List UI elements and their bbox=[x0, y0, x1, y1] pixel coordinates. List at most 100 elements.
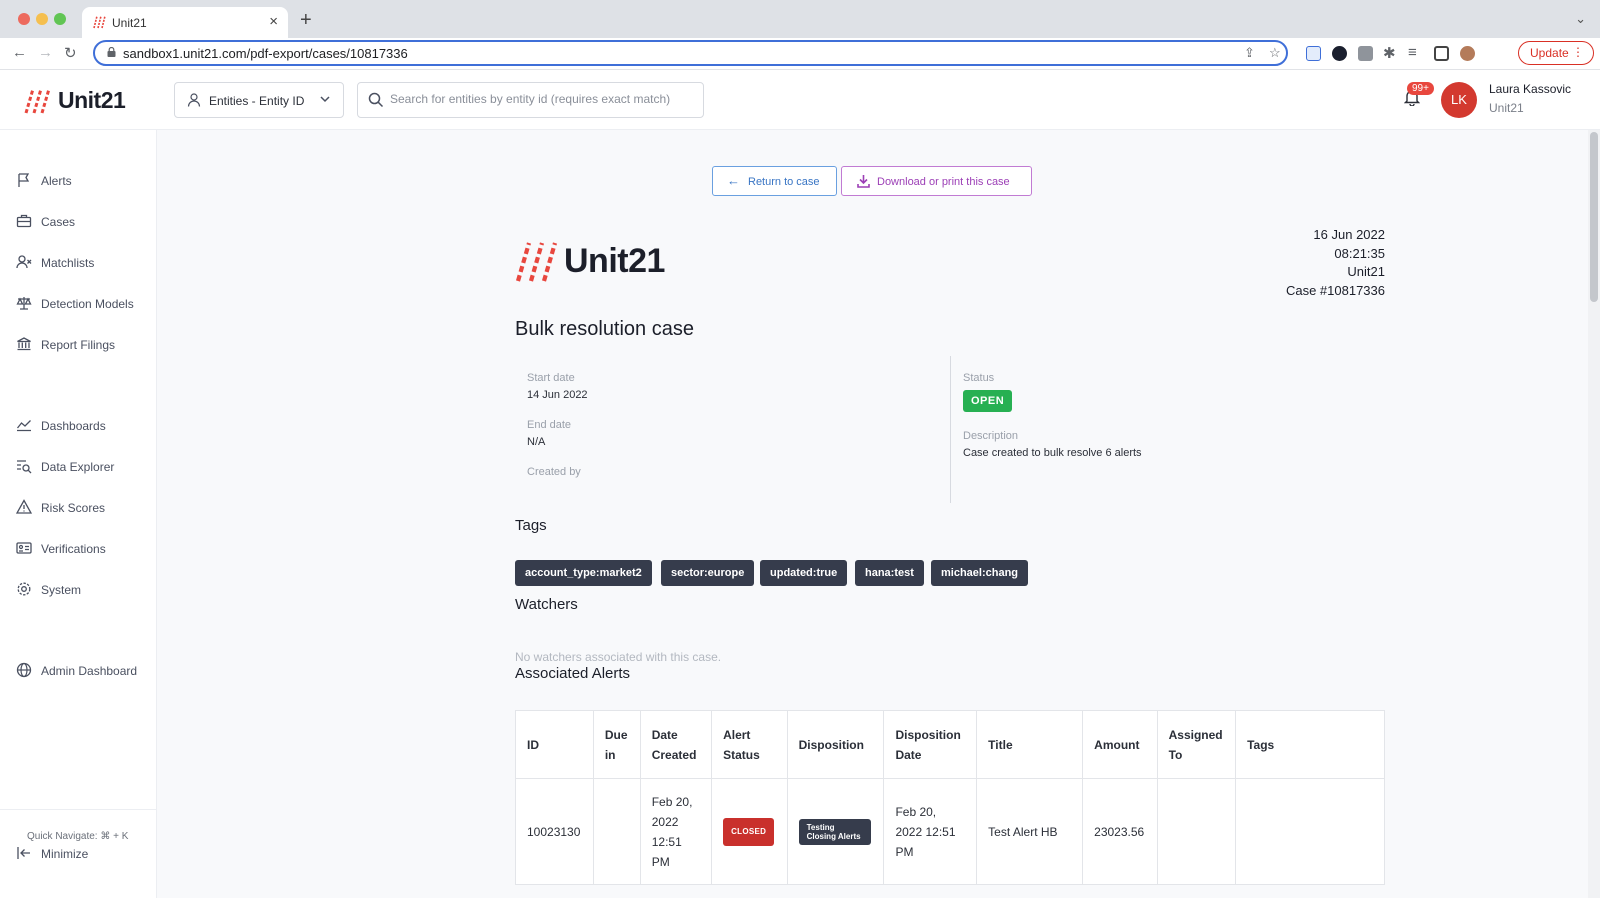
tag-badge: sector:europe bbox=[661, 560, 755, 586]
disposition-date-cell: Feb 20, 2022 12:51 PM bbox=[883, 778, 978, 885]
sidebar-item-label: Data Explorer bbox=[41, 460, 115, 474]
forward-arrow-icon[interactable]: → bbox=[38, 44, 53, 61]
collapse-left-icon bbox=[17, 847, 30, 859]
gear-icon bbox=[17, 582, 31, 596]
quick-navigate-hint: Quick Navigate: ⌘ + K bbox=[27, 831, 129, 842]
assigned-to-cell bbox=[1156, 778, 1237, 885]
download-icon bbox=[857, 175, 870, 188]
description-value: Case created to bulk resolve 6 alerts bbox=[963, 447, 1142, 459]
sidebar-item-label: Cases bbox=[41, 215, 76, 229]
puzzle-extensions-icon[interactable]: ✱ bbox=[1383, 44, 1396, 62]
profile-avatar-icon[interactable] bbox=[1460, 46, 1475, 61]
bookmark-star-icon[interactable]: ☆ bbox=[1269, 45, 1281, 61]
minimize-label: Minimize bbox=[41, 847, 89, 861]
start-date-value: 14 Jun 2022 bbox=[527, 389, 588, 401]
column-header: Disposition Date bbox=[883, 710, 978, 779]
case-meta: 16 Jun 2022 08:21:35 Unit21 Case #108173… bbox=[1286, 226, 1385, 300]
list-search-icon bbox=[17, 460, 32, 474]
amount-cell: 23023.56 bbox=[1082, 778, 1158, 885]
alert-title-cell: Test Alert HB bbox=[976, 778, 1084, 885]
flag-icon bbox=[18, 173, 30, 187]
disposition-cell: Testing Closing Alerts bbox=[786, 778, 885, 885]
case-document: Unit21 16 Jun 2022 08:21:35 Unit21 Case … bbox=[515, 226, 1385, 898]
person-icon bbox=[187, 93, 201, 107]
sidebar-item-label: Detection Models bbox=[41, 297, 134, 311]
page-title: Bulk resolution case bbox=[515, 318, 694, 340]
entity-select-label: Entities - Entity ID bbox=[209, 94, 305, 108]
app-logo-text[interactable]: Unit21 bbox=[58, 87, 126, 114]
avatar[interactable]: LK bbox=[1441, 82, 1477, 118]
case-dates: Start date 14 Jun 2022 End date N/A Crea… bbox=[527, 372, 588, 478]
scrollbar[interactable] bbox=[1588, 130, 1600, 898]
address-bar[interactable]: sandbox1.unit21.com/pdf-export/cases/108… bbox=[93, 40, 1288, 66]
export-date: 16 Jun 2022 bbox=[1313, 227, 1385, 242]
download-print-button[interactable]: Download or print this case bbox=[841, 166, 1032, 196]
entity-type-select[interactable]: Entities - Entity ID bbox=[174, 82, 344, 118]
export-time: 08:21:35 bbox=[1334, 245, 1385, 261]
tab-search-chevron-icon[interactable]: ⌄ bbox=[1575, 11, 1586, 27]
return-to-case-button[interactable]: ← Return to case bbox=[712, 166, 837, 196]
end-date-label: End date bbox=[527, 419, 572, 431]
side-panel-icon[interactable] bbox=[1434, 46, 1449, 61]
alerts-section-title: Associated Alerts bbox=[515, 665, 631, 682]
window-minimize-button[interactable] bbox=[36, 13, 48, 25]
alert-status-cell: CLOSED bbox=[711, 778, 788, 885]
tag-badge: updated:true bbox=[760, 560, 848, 586]
sidebar-divider bbox=[0, 809, 157, 810]
doc-logo-text: Unit21 bbox=[564, 242, 665, 280]
tags-section-title: Tags bbox=[515, 517, 547, 534]
close-tab-icon[interactable]: × bbox=[269, 13, 278, 30]
user-name[interactable]: Laura Kassovic bbox=[1489, 82, 1571, 96]
table-row: 10023130 Feb 20, 2022 12:51 PM CLOSED Te… bbox=[515, 778, 1385, 885]
end-date-value: N/A bbox=[527, 436, 546, 448]
alert-tags-cell bbox=[1235, 778, 1385, 885]
search-input[interactable] bbox=[390, 92, 695, 106]
scale-icon bbox=[16, 297, 32, 310]
sidebar-item-label: Risk Scores bbox=[41, 501, 106, 515]
scrollbar-thumb[interactable] bbox=[1590, 132, 1598, 302]
media-queue-icon[interactable]: ≡ bbox=[1408, 44, 1417, 61]
case-status-info: Status OPEN Description Case created to … bbox=[963, 372, 1142, 459]
sidebar-item-label: Alerts bbox=[41, 174, 72, 188]
unit21-favicon-icon bbox=[93, 15, 106, 29]
back-arrow-icon[interactable]: ← bbox=[12, 44, 27, 61]
description-label: Description bbox=[963, 430, 1019, 442]
sidebar-item-label: Admin Dashboard bbox=[41, 664, 138, 678]
unit21-logo-icon bbox=[515, 242, 558, 282]
share-icon[interactable]: ⇪ bbox=[1244, 45, 1255, 61]
extension-icon[interactable] bbox=[1306, 46, 1321, 61]
unit21-logo-icon bbox=[24, 88, 51, 114]
extension-icon[interactable] bbox=[1358, 46, 1373, 61]
sidebar-item-label: Report Filings bbox=[41, 338, 116, 352]
new-tab-icon[interactable]: + bbox=[300, 9, 312, 32]
disposition-badge: Testing Closing Alerts bbox=[798, 818, 871, 845]
start-date-label: Start date bbox=[527, 372, 575, 384]
globe-icon bbox=[16, 662, 32, 678]
status-badge: OPEN bbox=[963, 390, 1013, 412]
table-header-row: ID Due in Date Created Alert Status Disp… bbox=[515, 710, 1385, 779]
main-content: ← Return to case Download or print this … bbox=[157, 130, 1600, 898]
extension-icon[interactable] bbox=[1332, 46, 1347, 61]
browser-tab[interactable]: Unit21 × bbox=[82, 7, 288, 38]
column-header: Date Created bbox=[639, 710, 713, 779]
status-badge: CLOSED bbox=[723, 817, 775, 846]
info-divider bbox=[950, 356, 951, 503]
browser-tab-bar: Unit21 × + ⌄ bbox=[0, 0, 1600, 38]
window-close-button[interactable] bbox=[18, 13, 30, 25]
update-label: Update bbox=[1530, 46, 1569, 60]
return-label: Return to case bbox=[748, 176, 820, 188]
column-header: Tags bbox=[1235, 710, 1385, 779]
sidebar-item-label: Dashboards bbox=[41, 419, 106, 433]
window-zoom-button[interactable] bbox=[54, 13, 66, 25]
user-org: Unit21 bbox=[1489, 101, 1524, 115]
reload-icon[interactable]: ↻ bbox=[64, 44, 77, 62]
tab-title: Unit21 bbox=[112, 16, 147, 30]
sidebar-item-label: System bbox=[41, 583, 82, 597]
browser-update-button[interactable]: Update ⋮ bbox=[1518, 41, 1594, 65]
browser-toolbar: ← → ↻ sandbox1.unit21.com/pdf-export/cas… bbox=[0, 38, 1600, 70]
alert-id-cell: 10023130 bbox=[515, 778, 594, 885]
more-vertical-icon[interactable]: ⋮ bbox=[1572, 45, 1584, 59]
arrow-left-icon: ← bbox=[727, 173, 740, 188]
entity-search[interactable] bbox=[357, 82, 704, 118]
url-text: sandbox1.unit21.com/pdf-export/cases/108… bbox=[123, 46, 408, 61]
